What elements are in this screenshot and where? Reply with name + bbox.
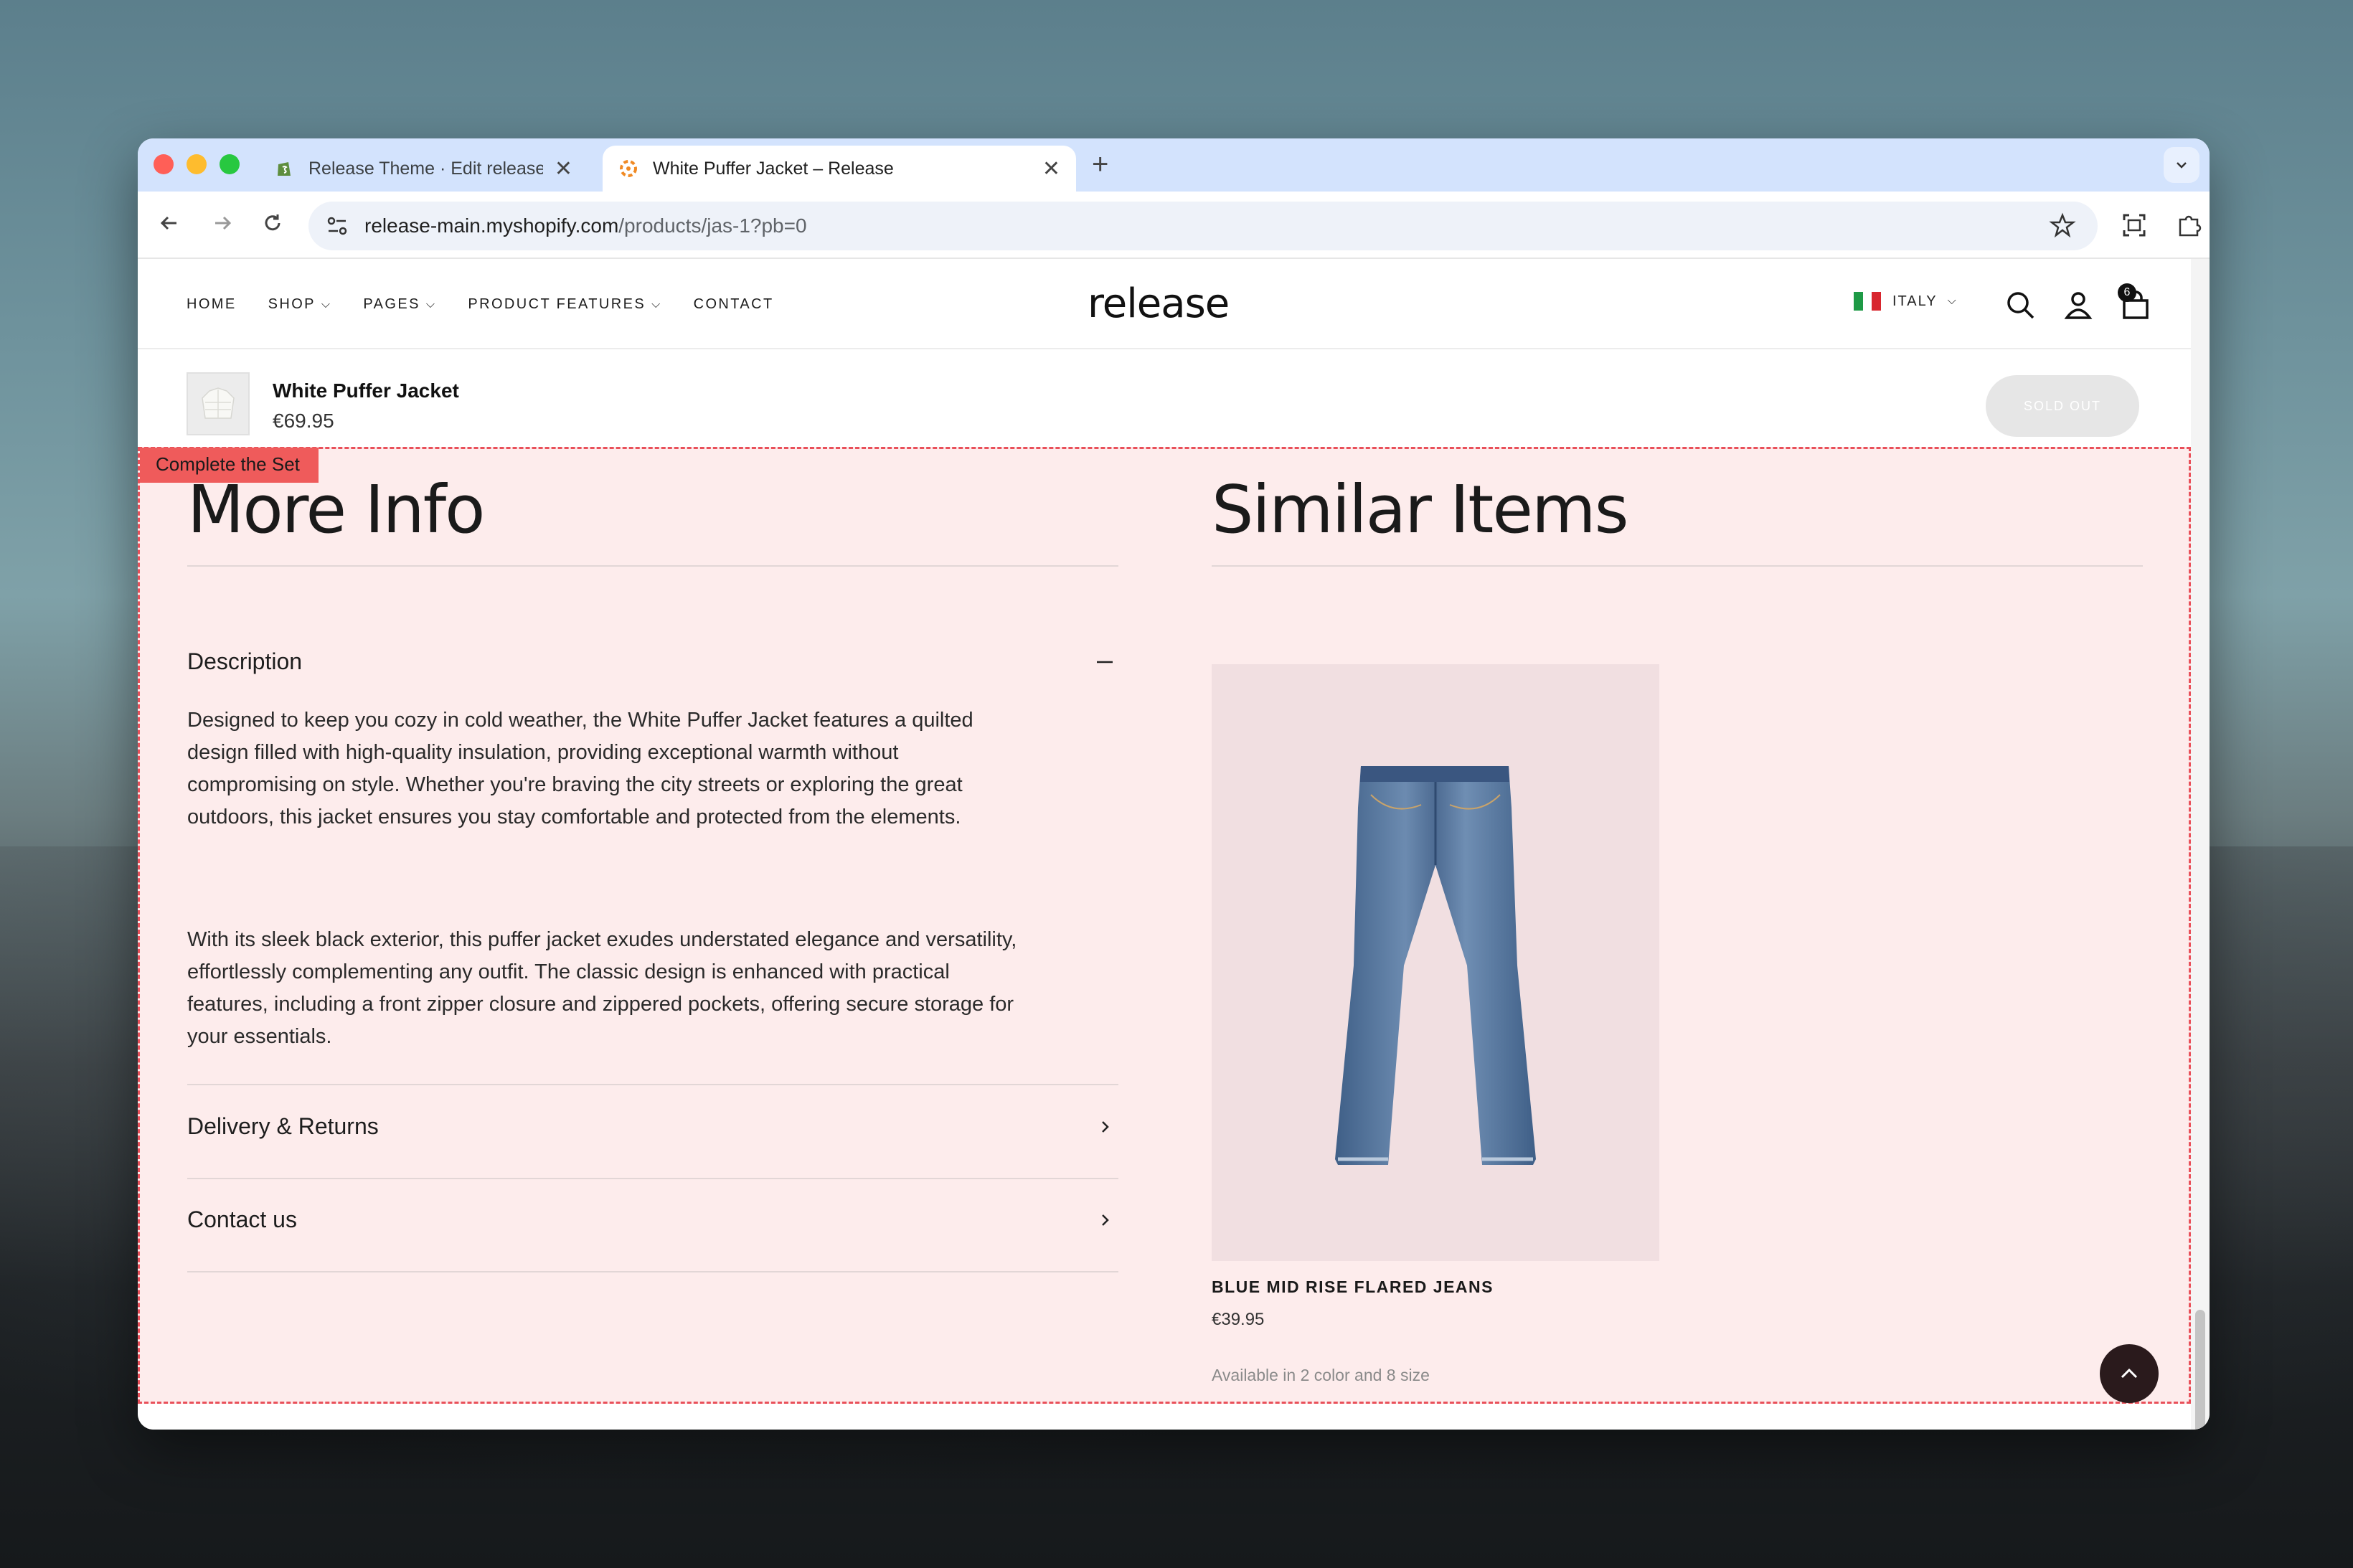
product-price: €69.95: [273, 410, 334, 432]
product-name: White Puffer Jacket: [273, 379, 459, 402]
nav-label: PRODUCT FEATURES: [468, 296, 646, 312]
forward-arrow-icon[interactable]: [208, 209, 237, 237]
extensions-icon[interactable]: [2172, 209, 2205, 242]
description-paragraph: Designed to keep you cozy in cold weathe…: [187, 709, 973, 828]
region-selector[interactable]: ITALY ⌵: [1854, 292, 1958, 311]
description-accordion[interactable]: Description: [187, 648, 1118, 675]
accordion-title: Delivery & Returns: [187, 1113, 379, 1139]
sticky-product-bar: White Puffer Jacket €69.95 SOLD OUT: [138, 351, 2191, 445]
reload-icon[interactable]: [258, 209, 287, 237]
minus-icon: [1097, 661, 1113, 663]
chevron-up-icon: [2121, 1368, 2138, 1379]
delivery-returns-accordion[interactable]: Delivery & Returns: [187, 1113, 1118, 1140]
maximize-window-button[interactable]: [220, 154, 240, 174]
chevron-right-icon: [1102, 1120, 1109, 1133]
chevron-down-icon: ⌵: [425, 298, 437, 311]
similar-items-column: Similar Items BLUE MID RISE FLARED JEANS…: [1212, 471, 2143, 1384]
nav-label: HOME: [187, 296, 237, 312]
accordion-divider: [187, 1271, 1118, 1272]
complete-the-set-section: Complete the Set More Info Description D…: [138, 447, 2191, 1404]
screenshot-icon[interactable]: [2118, 209, 2151, 242]
tab-white-puffer-jacket[interactable]: White Puffer Jacket – Release ✕: [603, 146, 1076, 192]
scroll-to-top-button[interactable]: [2100, 1344, 2159, 1403]
url-path: /products/jas-1?pb=0: [618, 214, 807, 237]
page-scrollbar[interactable]: [2191, 259, 2210, 1430]
release-favicon-icon: [620, 160, 637, 177]
product-card-image[interactable]: [1212, 664, 1659, 1261]
close-tab-icon[interactable]: ✕: [555, 156, 572, 181]
sold-out-button[interactable]: SOLD OUT: [1986, 375, 2139, 437]
contact-us-accordion[interactable]: Contact us: [187, 1206, 1118, 1233]
heading-divider: [187, 565, 1118, 567]
bookmark-star-icon[interactable]: [2049, 212, 2076, 239]
minimize-window-button[interactable]: [187, 154, 207, 174]
product-thumbnail: [187, 372, 250, 435]
close-window-button[interactable]: [154, 154, 174, 174]
description-paragraph: With its sleek black exterior, this puff…: [187, 928, 1017, 1048]
more-info-heading: More Info: [187, 471, 485, 548]
address-bar[interactable]: release-main.myshopify.com/products/jas-…: [308, 202, 2098, 250]
url-host: release-main.myshopify.com: [364, 214, 619, 237]
heading-divider: [1212, 565, 2143, 567]
site-logo[interactable]: release: [1088, 280, 1230, 327]
cart-count-badge: 6: [2118, 283, 2136, 302]
tab-title: Release Theme · Edit release: [308, 158, 543, 179]
italy-flag-icon: [1854, 292, 1882, 311]
nav-label: PAGES: [363, 296, 420, 312]
region-label: ITALY: [1892, 293, 1938, 309]
new-tab-button[interactable]: +: [1092, 148, 1108, 181]
nav-contact[interactable]: CONTACT: [694, 296, 774, 313]
nav-pages[interactable]: PAGES ⌵: [363, 296, 436, 313]
accordion-divider: [187, 1178, 1118, 1179]
browser-window: Release Theme · Edit release ✕ White Puf…: [138, 138, 2210, 1430]
chevron-down-icon: ⌵: [321, 298, 332, 311]
chevron-right-icon: [1102, 1214, 1109, 1226]
tab-strip: Release Theme · Edit release ✕ White Puf…: [138, 138, 2210, 192]
url-text: release-main.myshopify.com/products/jas-…: [364, 214, 807, 237]
account-icon[interactable]: [2060, 288, 2096, 323]
chevron-down-icon: [2177, 162, 2187, 169]
tab-search-button[interactable]: [2164, 147, 2199, 183]
jeans-image: [1335, 766, 1536, 1165]
site-settings-icon[interactable]: [324, 213, 350, 239]
window-controls: [154, 154, 240, 174]
nav-label: CONTACT: [693, 296, 774, 312]
chevron-down-icon: ⌵: [1947, 295, 1958, 307]
nav-home[interactable]: HOME: [187, 296, 237, 313]
tab-release-theme[interactable]: Release Theme · Edit release ✕: [258, 146, 588, 192]
accordion-divider: [187, 1084, 1118, 1085]
main-navigation: HOME SHOP ⌵ PAGES ⌵ PRODUCT FEATURES ⌵ CONT…: [187, 296, 774, 313]
close-tab-icon[interactable]: ✕: [1042, 156, 1060, 181]
web-page: HOME SHOP ⌵ PAGES ⌵ PRODUCT FEATURES ⌵ CONT…: [138, 259, 2191, 1430]
scrollbar-thumb[interactable]: [2195, 1310, 2205, 1430]
similar-items-heading: Similar Items: [1212, 471, 1629, 548]
product-card-price: €39.95: [1212, 1310, 1265, 1329]
shopify-icon: [278, 162, 291, 176]
nav-product-features[interactable]: PRODUCT FEATURES ⌵: [468, 296, 661, 313]
chevron-down-icon: ⌵: [651, 298, 662, 311]
search-icon[interactable]: [2003, 288, 2039, 323]
product-card-availability: Available in 2 color and 8 size: [1212, 1366, 1430, 1384]
product-card-title[interactable]: BLUE MID RISE FLARED JEANS: [1212, 1277, 1494, 1297]
accordion-title: Description: [187, 648, 303, 674]
back-arrow-icon[interactable]: [155, 209, 184, 237]
more-info-column: More Info Description Designed to keep y…: [187, 471, 1118, 1272]
accordion-title: Contact us: [187, 1206, 297, 1232]
site-header: HOME SHOP ⌵ PAGES ⌵ PRODUCT FEATURES ⌵ CONT…: [138, 259, 2191, 349]
jacket-image: [202, 387, 235, 419]
nav-shop[interactable]: SHOP ⌵: [268, 296, 332, 313]
tab-title: White Puffer Jacket – Release: [653, 158, 894, 179]
nav-label: SHOP: [268, 296, 316, 312]
browser-toolbar: release-main.myshopify.com/products/jas-…: [138, 192, 2210, 259]
